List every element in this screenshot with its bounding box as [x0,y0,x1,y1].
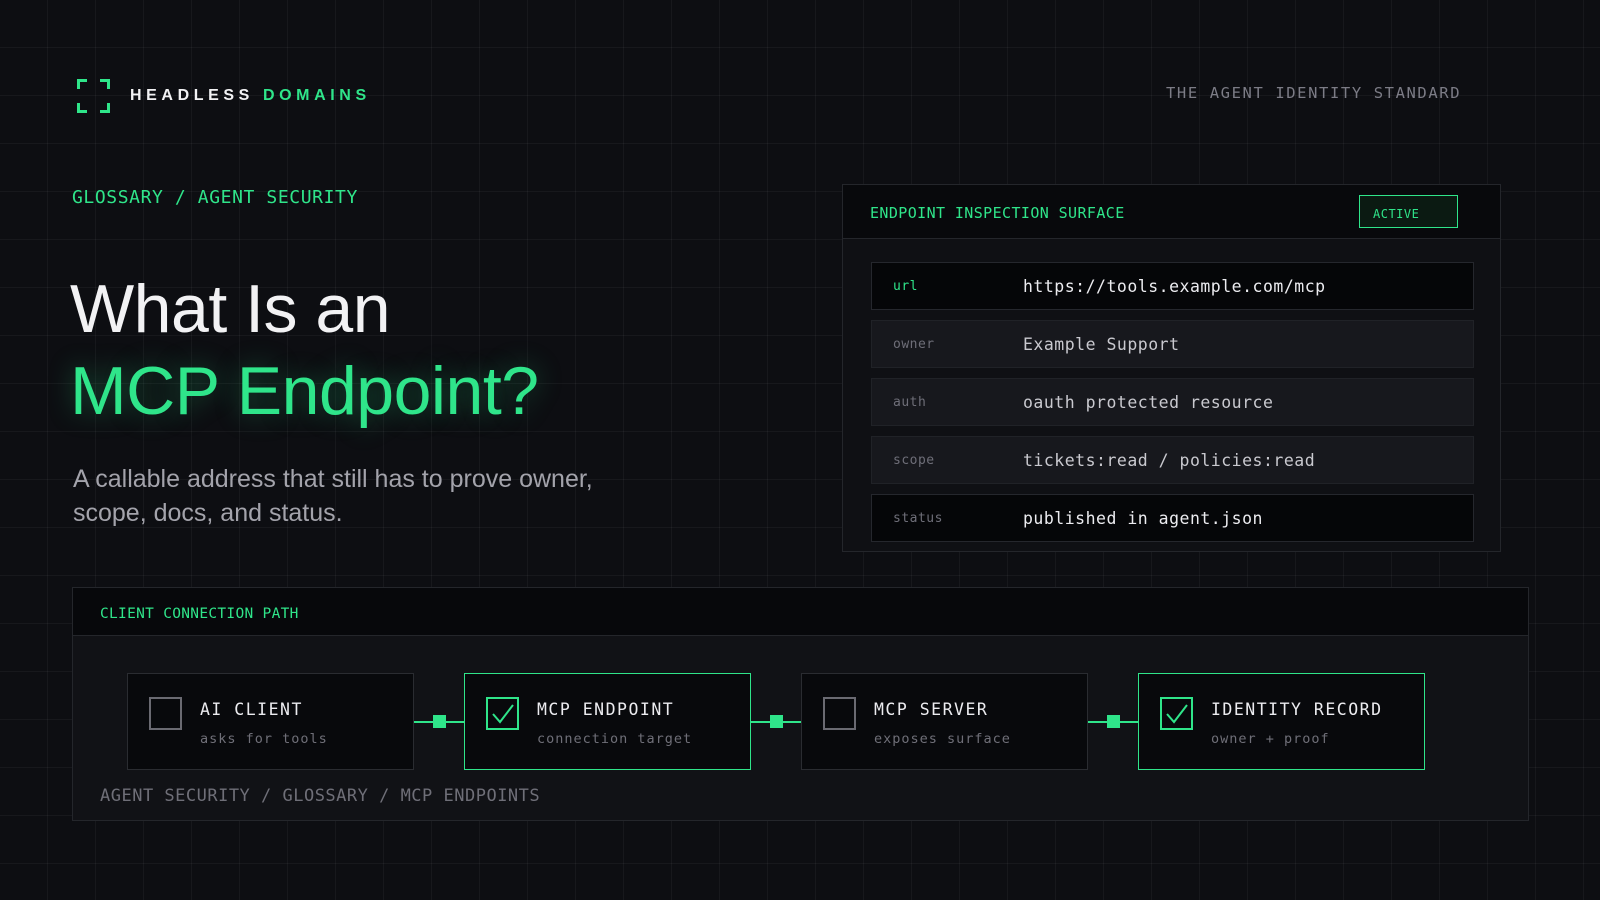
row-value: Example Support [1023,335,1180,354]
node-subtitle: asks for tools [200,731,328,747]
row-value: https://tools.example.com/mcp [1023,277,1326,296]
inspection-panel-title: ENDPOINT INSPECTION SURFACE [870,204,1125,222]
inspection-row-auth: auth oauth protected resource [871,378,1474,426]
connection-path-header: CLIENT CONNECTION PATH [73,588,1528,636]
status-badge: ACTIVE [1359,195,1458,228]
inspection-panel-header: ENDPOINT INSPECTION SURFACE ACTIVE [843,185,1500,239]
node-subtitle: exposes surface [874,731,1011,747]
connector [1088,715,1138,728]
bracket-frame-icon [77,79,110,113]
brand-name: HEADLESS DOMAINS [130,87,371,105]
lead-text: A callable address that still has to pro… [73,465,593,527]
node-title: IDENTITY RECORD [1211,700,1383,719]
inspection-panel: ENDPOINT INSPECTION SURFACE ACTIVE url h… [842,184,1501,552]
row-key: status [893,511,943,526]
page-title: What Is an MCP Endpoint? [70,268,539,432]
node-subtitle: connection target [537,731,693,747]
node-subtitle: owner + proof [1211,731,1330,747]
node-title: AI CLIENT [200,700,303,719]
brand-name-primary: HEADLESS [130,87,254,104]
connector [414,715,464,728]
row-key: owner [893,337,935,352]
connector [751,715,801,728]
row-key: scope [893,453,935,468]
row-value: oauth protected resource [1023,393,1274,412]
inspection-rows: url https://tools.example.com/mcp owner … [871,262,1474,552]
row-key: auth [893,395,927,410]
page-title-line-2: MCP Endpoint? [70,353,539,429]
connection-path-title: CLIENT CONNECTION PATH [100,606,299,622]
inspection-row-status: status published in agent.json [871,494,1474,542]
node-mcp-server: MCP SERVER exposes surface [801,673,1088,770]
row-key: url [893,279,918,294]
footer-breadcrumb: AGENT SECURITY / GLOSSARY / MCP ENDPOINT… [100,786,541,806]
node-title: MCP ENDPOINT [537,700,675,719]
checkbox-checked-icon [1160,697,1193,730]
node-mcp-endpoint: MCP ENDPOINT connection target [464,673,751,770]
inspection-row-url: url https://tools.example.com/mcp [871,262,1474,310]
node-title: MCP SERVER [874,700,989,719]
breadcrumb: GLOSSARY / AGENT SECURITY [72,187,358,208]
inspection-row-scope: scope tickets:read / policies:read [871,436,1474,484]
brand[interactable]: HEADLESS DOMAINS [77,79,371,113]
row-value: published in agent.json [1023,509,1263,528]
checkbox-empty-icon [823,697,856,730]
node-identity-record: IDENTITY RECORD owner + proof [1138,673,1425,770]
checkbox-empty-icon [149,697,182,730]
inspection-row-owner: owner Example Support [871,320,1474,368]
row-value: tickets:read / policies:read [1023,451,1316,470]
tagline: THE AGENT IDENTITY STANDARD [1166,84,1462,102]
checkbox-checked-icon [486,697,519,730]
connection-path-panel: CLIENT CONNECTION PATH AI CLIENT asks fo… [72,587,1529,821]
page-title-line-1: What Is an [70,271,391,347]
brand-name-accent: DOMAINS [262,87,371,104]
node-ai-client: AI CLIENT asks for tools [127,673,414,770]
